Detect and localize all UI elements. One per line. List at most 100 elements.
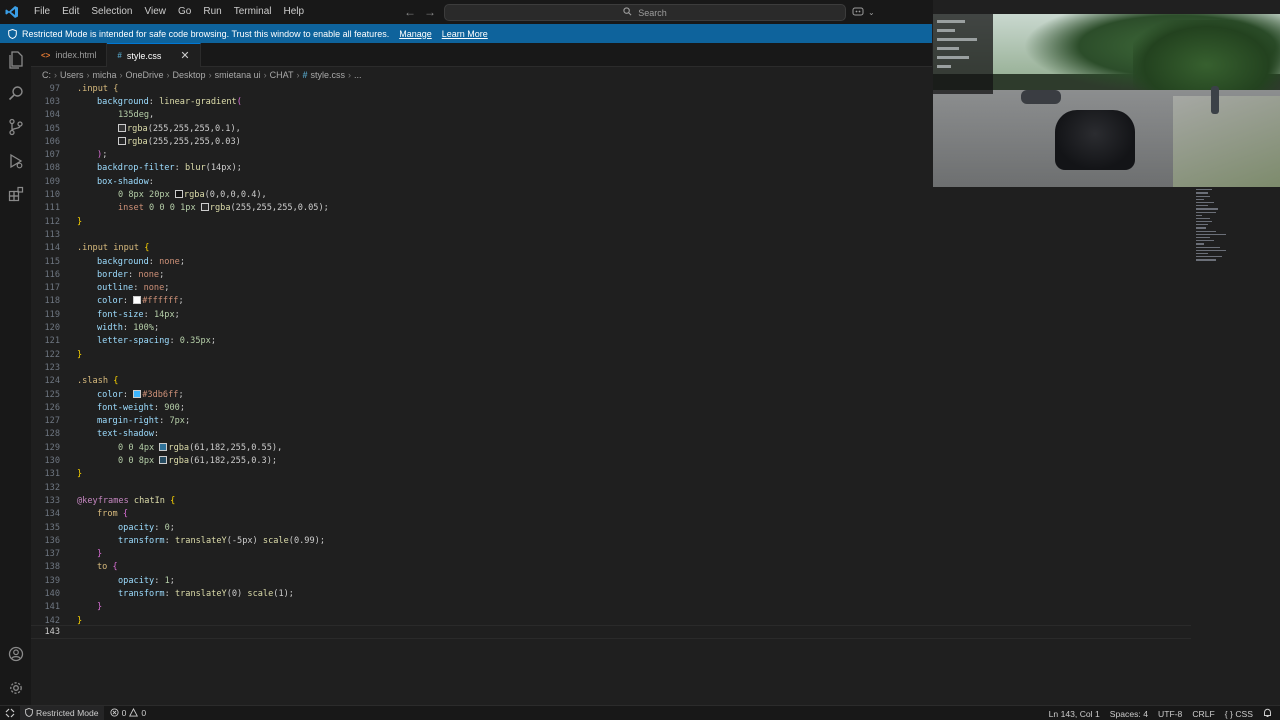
code-line[interactable]: 134 from { [31,508,1191,521]
code-line[interactable]: 111 inset 0 0 0 1px rgba(255,255,255,0.0… [31,202,1191,215]
tab-style-css[interactable]: # style.css ✕ [107,43,201,67]
extensions-icon[interactable] [6,184,25,203]
menu-help[interactable]: Help [278,0,311,24]
breadcrumb-item[interactable]: Desktop [173,70,206,80]
html-file-icon: <> [41,50,51,60]
color-swatch[interactable] [118,136,126,145]
code-line[interactable]: 131 } [31,468,1191,481]
code-line[interactable]: 128 text-shadow: [31,428,1191,441]
menu-view[interactable]: View [139,0,173,24]
color-swatch[interactable] [200,203,209,212]
code-line[interactable]: 110 0 8px 20px rgba(0,0,0,0.4), [31,188,1191,201]
menu-file[interactable]: File [28,0,56,24]
code-text: .input { [77,83,119,94]
encoding[interactable]: UTF-8 [1158,709,1182,719]
menu-go[interactable]: Go [172,0,197,24]
code-text: rgba(255,255,255,0.1), [77,123,241,134]
code-line[interactable]: 138 to { [31,561,1191,574]
command-center-search[interactable]: Search [444,4,846,21]
code-line[interactable]: 141 } [31,601,1191,614]
line-number: 140 [44,589,60,600]
menu-run[interactable]: Run [197,0,227,24]
shield-icon [8,28,17,39]
line-number: 114 [44,243,60,254]
current-code-line[interactable]: 143 [31,625,1191,639]
code-text: } [77,469,83,480]
color-swatch[interactable] [133,296,142,305]
remote-icon[interactable] [0,706,20,720]
run-debug-icon[interactable] [6,151,25,170]
breadcrumb-item[interactable]: ... [354,70,362,80]
indentation[interactable]: Spaces: 4 [1110,709,1148,719]
code-line[interactable]: 125 color: #3db6ff; [31,388,1191,401]
color-swatch[interactable] [159,456,168,465]
code-line[interactable]: 115 background: none; [31,255,1191,268]
code-line[interactable]: 123 [31,361,1191,374]
breadcrumb-item[interactable]: smietana ui [215,70,261,80]
chevron-right-icon: › [296,70,300,80]
breadcrumb-item[interactable]: CHAT [270,70,294,80]
language-mode[interactable]: { } CSS [1225,709,1253,719]
source-control-icon[interactable] [6,117,25,136]
search-sidebar-icon[interactable] [6,83,25,102]
code-line[interactable]: 130 0 0 8px rgba(61,182,255,0.3); [31,454,1191,467]
learn-more-link[interactable]: Learn More [442,29,488,39]
breadcrumb-item[interactable]: C: [42,70,51,80]
code-line[interactable]: 120 width: 100%; [31,321,1191,334]
code-text: width: 100%; [97,323,160,334]
restricted-mode-label: Restricted Mode [36,708,99,718]
code-line[interactable]: 129 0 0 4px rgba(61,182,255,0.55), [31,441,1191,454]
video-pedestrian [1211,86,1219,114]
breadcrumb-item[interactable]: micha [93,70,117,80]
code-line[interactable]: 118 color: #ffffff; [31,295,1191,308]
minimap[interactable] [1196,186,1236,282]
code-line[interactable]: 116 border: none; [31,268,1191,281]
explorer-icon[interactable] [6,50,25,69]
code-line[interactable]: 119 font-size: 14px; [31,308,1191,321]
code-line[interactable]: 140 transform: translateY(0) scale(1); [31,587,1191,600]
code-line[interactable]: 121 letter-spacing: 0.35px; [31,335,1191,348]
line-number: 117 [44,283,60,294]
code-line[interactable]: 113 [31,228,1191,241]
close-icon[interactable]: ✕ [180,49,189,62]
code-text: @keyframes chatIn { [77,495,176,506]
color-swatch[interactable] [118,123,126,132]
code-line[interactable]: 136 transform: translateY(-5px) scale(0.… [31,534,1191,547]
menu-edit[interactable]: Edit [56,0,85,24]
tab-index-html[interactable]: <> index.html [31,43,108,67]
menu-selection[interactable]: Selection [85,0,138,24]
code-line[interactable]: 114 .input input { [31,242,1191,255]
settings-gear-icon[interactable] [6,678,25,697]
code-text: font-size: 14px; [97,309,180,320]
code-line[interactable]: 139 opacity: 1; [31,574,1191,587]
manage-link[interactable]: Manage [399,29,432,39]
menu-terminal[interactable]: Terminal [228,0,278,24]
code-line[interactable]: 132 [31,481,1191,494]
arrow-left-icon[interactable]: ← [404,5,416,19]
color-swatch[interactable] [174,190,183,199]
code-line[interactable]: 117 outline: none; [31,282,1191,295]
breadcrumb-item[interactable]: OneDrive [126,70,164,80]
bell-icon[interactable] [1263,708,1272,720]
code-line[interactable]: 137 } [31,548,1191,561]
end-of-line[interactable]: CRLF [1192,709,1214,719]
breadcrumb-item[interactable]: Users [60,70,84,80]
code-line[interactable]: 126 font-weight: 900; [31,401,1191,414]
problems-indicator[interactable]: 0 0 [110,707,146,719]
code-line[interactable]: 112 } [31,215,1191,228]
restricted-mode-indicator[interactable]: Restricted Mode [20,705,104,720]
copilot-menu[interactable]: ⌄ [852,0,875,24]
color-swatch[interactable] [133,389,142,398]
code-line[interactable]: 122 } [31,348,1191,361]
line-number: 128 [44,429,60,440]
code-text: background: linear-gradient( [97,96,242,107]
code-line[interactable]: 133 @keyframes chatIn { [31,494,1191,507]
breadcrumb-item[interactable]: style.css [310,70,345,80]
account-icon[interactable] [6,644,25,663]
color-swatch[interactable] [159,442,168,451]
arrow-right-icon[interactable]: → [424,5,436,19]
code-line[interactable]: 124 .slash { [31,375,1191,388]
cursor-position[interactable]: Ln 143, Col 1 [1049,709,1100,719]
code-line[interactable]: 127 margin-right: 7px; [31,415,1191,428]
code-line[interactable]: 135 opacity: 0; [31,521,1191,534]
